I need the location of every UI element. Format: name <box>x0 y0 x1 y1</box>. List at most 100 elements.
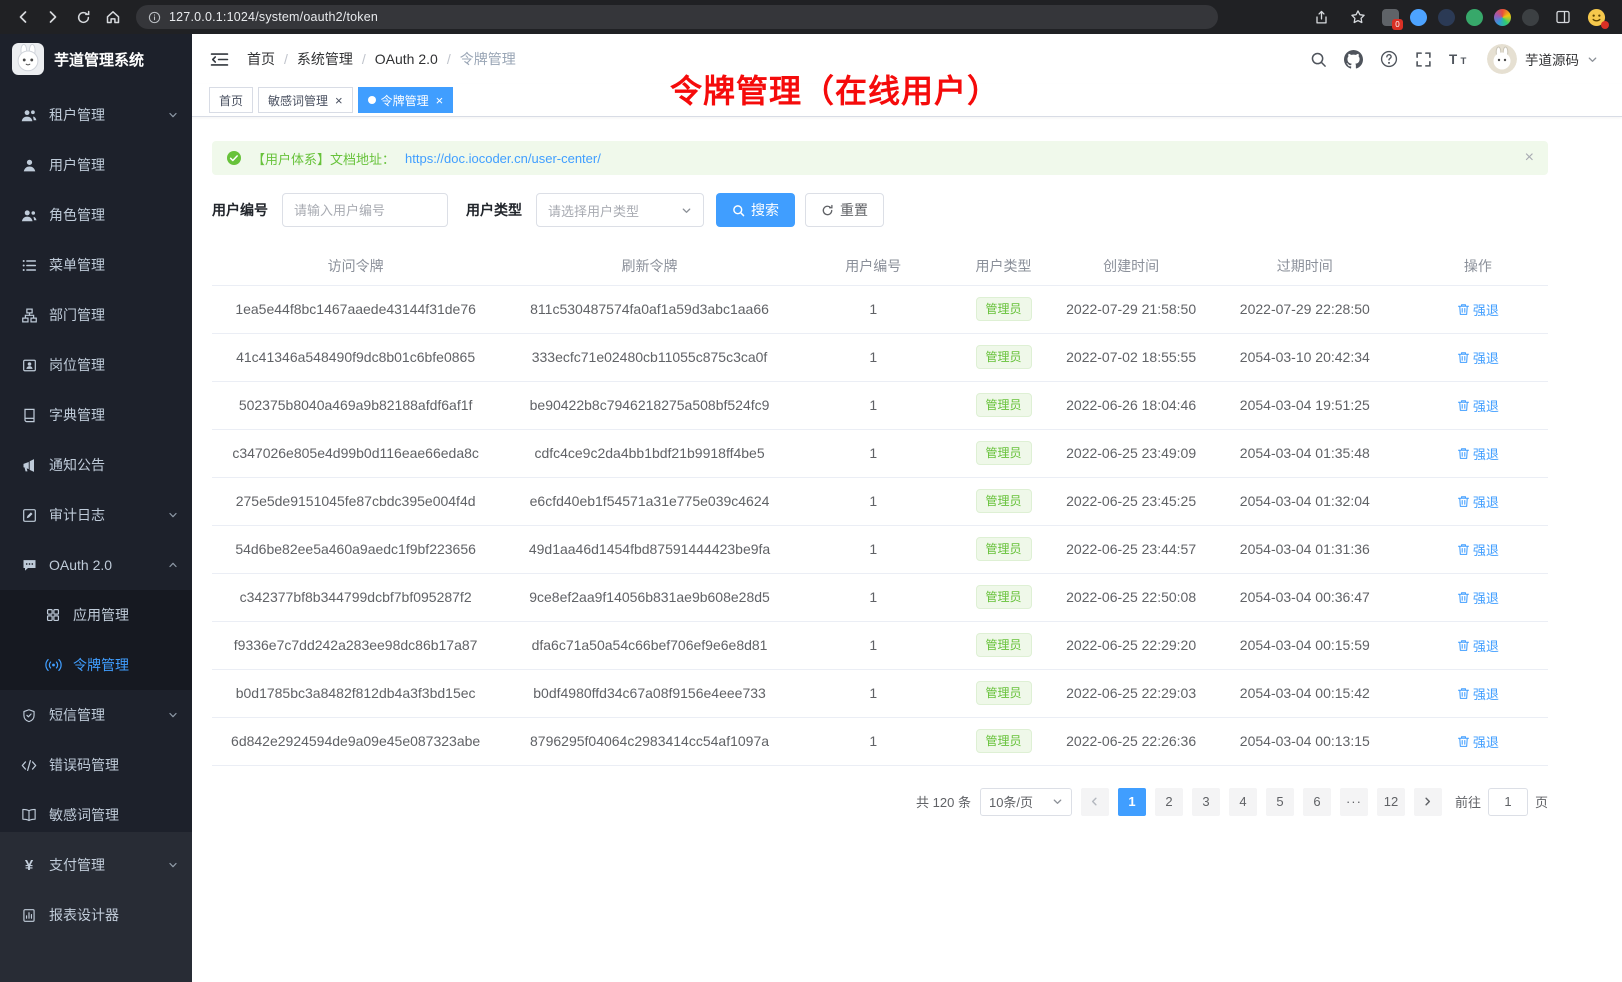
alert-close-icon[interactable]: × <box>1525 149 1534 167</box>
extension-icon-2[interactable] <box>1410 9 1427 26</box>
sidebar-item-dept[interactable]: 部门管理 <box>0 290 192 340</box>
tab-close-icon[interactable]: × <box>335 94 343 107</box>
next-page-button[interactable] <box>1414 788 1442 816</box>
site-info-icon[interactable] <box>148 11 161 24</box>
cell-actions: 强退 <box>1408 429 1548 477</box>
cell-actions: 强退 <box>1408 525 1548 573</box>
doc-link[interactable]: https://doc.iocoder.cn/user-center/ <box>405 151 601 166</box>
sidebar-item-dict[interactable]: 字典管理 <box>0 390 192 440</box>
app-title: 芋道管理系统 <box>54 49 144 70</box>
sidebar-item-label: 岗位管理 <box>49 355 178 375</box>
sidebar-item-label: 审计日志 <box>49 505 157 525</box>
sidebar-item-errcode[interactable]: 错误码管理 <box>0 740 192 790</box>
browser-profile-avatar[interactable] <box>1587 8 1606 27</box>
breadcrumb-item[interactable]: 系统管理 <box>297 49 353 69</box>
extension-icon-3[interactable] <box>1438 9 1455 26</box>
force-logout-button[interactable]: 强退 <box>1457 540 1499 559</box>
reset-button[interactable]: 重置 <box>805 193 884 227</box>
force-logout-button[interactable]: 强退 <box>1457 444 1499 463</box>
browser-address-bar[interactable]: 127.0.0.1:1024/system/oauth2/token <box>136 5 1218 29</box>
cell-actions: 强退 <box>1408 381 1548 429</box>
bookmark-star-icon[interactable] <box>1345 4 1371 30</box>
search-icon[interactable] <box>1310 51 1327 68</box>
logo-image <box>12 43 44 75</box>
user-menu[interactable]: 芋道源码 <box>1487 44 1598 74</box>
force-logout-button[interactable]: 强退 <box>1457 396 1499 415</box>
page-size-select[interactable]: 10条/页 <box>980 788 1072 816</box>
sidebar-item-post[interactable]: 岗位管理 <box>0 340 192 390</box>
sidebar-item-notice[interactable]: 通知公告 <box>0 440 192 490</box>
force-logout-button[interactable]: 强退 <box>1457 348 1499 367</box>
sidebar-item-token[interactable]: 令牌管理 <box>0 640 192 690</box>
sidebar-item-report[interactable]: 报表设计器 <box>0 890 192 940</box>
prev-page-button[interactable] <box>1081 788 1109 816</box>
page-button-6[interactable]: 6 <box>1303 788 1331 816</box>
sidebar-item-tenant[interactable]: 租户管理 <box>0 90 192 140</box>
page-button-12[interactable]: 12 <box>1377 788 1405 816</box>
page-button-1[interactable]: 1 <box>1118 788 1146 816</box>
page-button-2[interactable]: 2 <box>1155 788 1183 816</box>
app-logo[interactable]: 芋道管理系统 <box>0 34 192 84</box>
user-type-tag: 管理员 <box>976 441 1032 465</box>
chevron-down-icon <box>681 205 692 216</box>
url-text: 127.0.0.1:1024/system/oauth2/token <box>169 10 378 24</box>
share-icon[interactable] <box>1308 4 1334 30</box>
collapse-sidebar-icon[interactable] <box>210 52 229 67</box>
tab-close-icon[interactable]: × <box>436 94 444 107</box>
sidebar-item-sms[interactable]: 短信管理 <box>0 690 192 740</box>
force-logout-button[interactable]: 强退 <box>1457 300 1499 319</box>
user-type-select[interactable]: 请选择用户类型 <box>536 193 704 227</box>
sidebar-item-sensitive[interactable]: 敏感词管理 <box>0 790 192 840</box>
force-logout-button[interactable]: 强退 <box>1457 492 1499 511</box>
sidebar-item-app[interactable]: 应用管理 <box>0 590 192 640</box>
browser-forward-icon[interactable] <box>40 4 66 30</box>
browser-back-icon[interactable] <box>10 4 36 30</box>
sidebar-item-user[interactable]: 用户管理 <box>0 140 192 190</box>
username: 芋道源码 <box>1525 49 1579 69</box>
user-type-tag: 管理员 <box>976 489 1032 513</box>
force-logout-button[interactable]: 强退 <box>1457 684 1499 703</box>
extension-icon-5[interactable] <box>1494 9 1511 26</box>
pagination-ellipsis[interactable]: ··· <box>1340 788 1368 816</box>
breadcrumb-item[interactable]: OAuth 2.0 <box>375 51 438 67</box>
fullscreen-icon[interactable] <box>1415 51 1432 68</box>
post-badge-icon <box>20 356 38 374</box>
payment-yen-icon: ¥ <box>20 856 38 874</box>
user-id-input[interactable] <box>282 193 448 227</box>
cell-created-time: 2022-06-25 22:29:20 <box>1060 621 1202 669</box>
table-row: 6d842e2924594de9a09e45e087323abe8796295f… <box>212 717 1548 765</box>
cell-actions: 强退 <box>1408 285 1548 333</box>
tab-token[interactable]: 令牌管理 × <box>358 87 454 113</box>
breadcrumb-item[interactable]: 首页 <box>247 49 275 69</box>
tab-sensitive-word[interactable]: 敏感词管理× <box>258 87 353 113</box>
search-button[interactable]: 搜索 <box>716 193 795 227</box>
page-button-3[interactable]: 3 <box>1192 788 1220 816</box>
force-logout-button[interactable]: 强退 <box>1457 588 1499 607</box>
cell-access-token: f9336e7c7dd242a283ee98dc86b17a87 <box>212 621 499 669</box>
github-icon[interactable] <box>1344 50 1363 69</box>
extension-icon-1[interactable]: 0 <box>1382 9 1399 26</box>
help-icon[interactable] <box>1380 50 1398 68</box>
browser-reload-icon[interactable] <box>70 4 96 30</box>
sidebar-item-label: 菜单管理 <box>49 255 178 275</box>
page-button-4[interactable]: 4 <box>1229 788 1257 816</box>
sidebar-item-label: 报表设计器 <box>49 905 178 925</box>
font-size-icon[interactable]: TT <box>1449 51 1470 67</box>
force-logout-button[interactable]: 强退 <box>1457 636 1499 655</box>
browser-home-icon[interactable] <box>100 4 126 30</box>
force-logout-button[interactable]: 强退 <box>1457 732 1499 751</box>
extension-icon-4[interactable] <box>1466 9 1483 26</box>
tab-label: 令牌管理 <box>381 92 429 109</box>
tab-home[interactable]: 首页 <box>209 87 253 113</box>
sidebar-item-role[interactable]: 角色管理 <box>0 190 192 240</box>
sidebar-item-label: 租户管理 <box>49 105 157 125</box>
page-button-5[interactable]: 5 <box>1266 788 1294 816</box>
sidebar-item-pay[interactable]: ¥支付管理 <box>0 840 192 890</box>
goto-page-input[interactable] <box>1488 788 1528 816</box>
extension-icon-6[interactable] <box>1522 9 1539 26</box>
sidebar-item-oauth[interactable]: OAuth 2.0 <box>0 540 192 590</box>
sidebar-item-audit[interactable]: 审计日志 <box>0 490 192 540</box>
side-panel-icon[interactable] <box>1550 4 1576 30</box>
cell-refresh-token: 9ce8ef2aa9f14056b831ae9b608e28d5 <box>499 573 800 621</box>
sidebar-item-menu[interactable]: 菜单管理 <box>0 240 192 290</box>
